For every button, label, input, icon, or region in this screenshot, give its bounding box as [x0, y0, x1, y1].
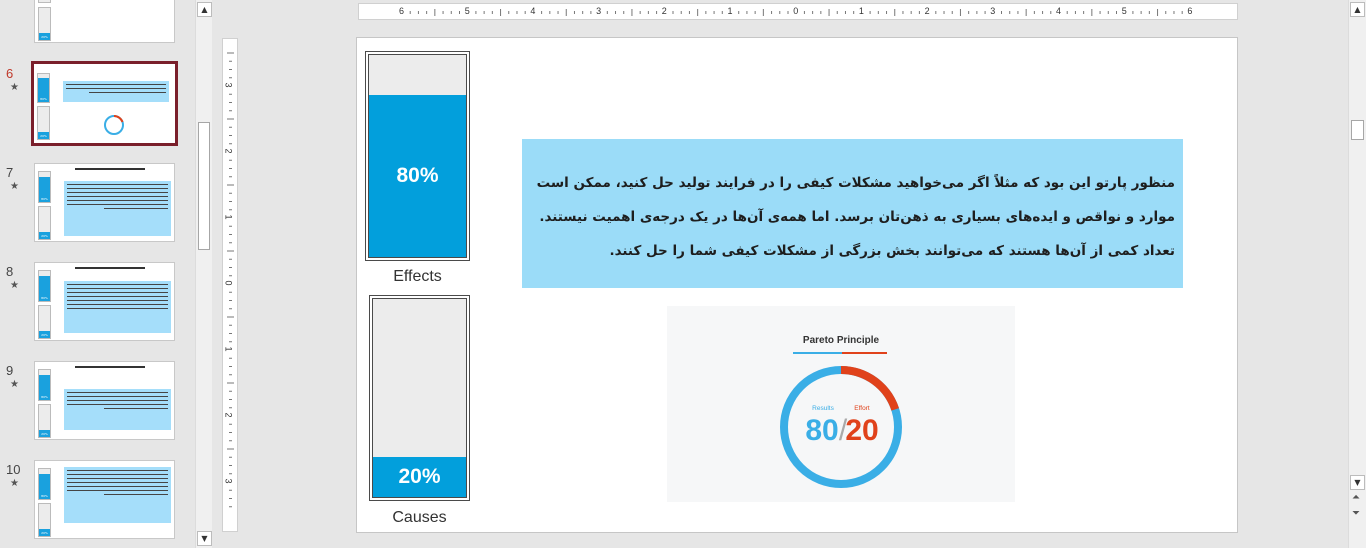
thumb-text-block — [63, 81, 169, 102]
pareto-donut-chart: Results Effort 80 / 20 — [780, 352, 902, 488]
scroll-up-arrow-icon[interactable]: ▲ — [197, 2, 212, 17]
slide-number: 8 — [6, 264, 14, 279]
thumbnail-row-6[interactable]: 6 ★ 80% 20% — [0, 61, 194, 146]
previous-slide-icon[interactable]: ⏶ — [1352, 492, 1360, 503]
ruler-label: 1 — [858, 6, 864, 16]
slide-number: 6 — [6, 66, 14, 81]
scrollbar-thumb[interactable] — [198, 122, 210, 250]
slide-number: 7 — [6, 165, 14, 180]
ruler-label: 1 — [223, 346, 234, 352]
editor-scrollbar[interactable]: ▲ ▼ ⏶ ⏷ — [1348, 0, 1366, 548]
results-value: 80 — [805, 414, 838, 447]
body-text-line: موارد و نواقص و ایده‌های بسیاری به ذهن‌ت… — [539, 209, 1175, 225]
animation-star-icon: ★ — [10, 379, 19, 390]
thumb-bar-causes: 20% — [38, 305, 51, 339]
thumb-bar-effects: 80% — [38, 468, 51, 500]
ruler-label: 6 — [399, 6, 405, 16]
effort-label: Effort — [854, 405, 870, 412]
causes-bar-shape[interactable]: 20% — [369, 295, 470, 501]
causes-caption[interactable]: Causes — [370, 509, 469, 527]
scrollbar-thumb[interactable] — [1351, 120, 1364, 140]
thumbnail-row-7[interactable]: 7 ★ 80% 20% — [0, 163, 194, 245]
horizontal-ruler[interactable]: 6 5 4 3 2 1 0 1 2 3 4 5 6 — [358, 3, 1238, 20]
thumb-title-line — [75, 267, 145, 269]
ruler-label: 0 — [793, 6, 799, 16]
ruler-label: 2 — [661, 6, 667, 16]
animation-star-icon: ★ — [10, 181, 19, 192]
ruler-label: 3 — [596, 6, 602, 16]
body-text-line: تعداد کمی از آن‌ها هستند که می‌توانند بخ… — [609, 243, 1176, 259]
thumb-bar-causes: 20% — [38, 7, 51, 41]
thumbnail-scrollbar[interactable]: ▲ ▼ — [195, 0, 212, 548]
ruler-label: 3 — [223, 82, 234, 88]
slide-thumbnail-selected[interactable]: 80% 20% — [31, 61, 178, 146]
slide-thumbnail[interactable]: 20% — [34, 0, 175, 43]
ruler-ticks — [227, 52, 234, 508]
vertical-ruler[interactable]: 3 2 1 0 1 2 3 — [222, 38, 238, 532]
effort-ring-arc — [840, 366, 900, 411]
causes-bar-fill: 20% — [373, 457, 466, 497]
thumb-text-block — [64, 467, 171, 523]
thumb-bar-causes: 20% — [37, 106, 50, 140]
body-text-box[interactable]: منظور پارتو این بود که مثلاً اگر می‌خواه… — [522, 139, 1183, 288]
ruler-label: 2 — [223, 412, 234, 418]
thumbnail-row-8[interactable]: 8 ★ 80% 20% — [0, 262, 194, 344]
ruler-label: 2 — [223, 148, 234, 154]
ruler-label: 5 — [1121, 6, 1127, 16]
thumb-text-block — [64, 281, 171, 333]
ruler-ticks — [409, 9, 1183, 16]
thumb-text-block — [64, 389, 171, 430]
ruler-label: 2 — [924, 6, 930, 16]
thumb-bar-effects: 80% — [38, 270, 51, 302]
ruler-label: 3 — [990, 6, 996, 16]
animation-star-icon: ★ — [10, 478, 19, 489]
ruler-label: 0 — [223, 280, 234, 286]
thumbnail-row-10[interactable]: 10 ★ 80% 20% — [0, 460, 194, 542]
ruler-label: 4 — [530, 6, 536, 16]
slide-thumbnail-panel: 20% 6 ★ 80% 20% 7 ★ 80% 20% 8 ★ 80% 20% … — [0, 0, 194, 548]
thumb-bar-causes: 20% — [38, 503, 51, 537]
thumb-bar-causes: 20% — [38, 206, 51, 240]
thumbnail-row-9[interactable]: 9 ★ 80% 20% — [0, 361, 194, 443]
ruler-label: 4 — [1056, 6, 1062, 16]
effects-percent-label: 80% — [396, 164, 439, 187]
ruler-label: 5 — [464, 6, 470, 16]
effects-bar-fill: 80% — [369, 95, 466, 257]
effort-value: 20 — [845, 414, 878, 447]
causes-percent-label: 20% — [398, 465, 441, 488]
scroll-down-arrow-icon[interactable]: ▼ — [1350, 475, 1365, 490]
slide-number: 9 — [6, 363, 14, 378]
effects-bar-shape[interactable]: 80% — [365, 51, 470, 261]
animation-star-icon: ★ — [10, 280, 19, 291]
thumb-title-line — [75, 168, 145, 170]
thumb-text-block — [64, 181, 171, 236]
thumb-title-line — [75, 366, 145, 368]
pareto-principle-image[interactable]: Pareto Principle Results Effort 80 / 20 — [667, 306, 1015, 502]
thumb-bar-causes: 20% — [38, 404, 51, 438]
effects-caption[interactable]: Effects — [368, 268, 467, 286]
thumb-bar-effects — [38, 0, 51, 3]
slide-number: 10 — [6, 462, 21, 477]
animation-star-icon: ★ — [10, 82, 19, 93]
thumb-bar-effects: 80% — [38, 369, 51, 401]
slide-thumbnail[interactable]: 80% 20% — [34, 460, 175, 539]
body-text-line: منظور پارتو این بود که مثلاً اگر می‌خواه… — [536, 175, 1175, 191]
thumb-bar-effects: 80% — [37, 73, 50, 103]
slide-thumbnail[interactable]: 80% 20% — [34, 163, 175, 242]
thumb-pareto-donut-icon — [104, 114, 124, 135]
ruler-label: 3 — [223, 478, 234, 484]
thumb-bar-effects: 80% — [38, 171, 51, 203]
slide-editor: 6 5 4 3 2 1 0 1 2 3 4 5 6 3 2 1 0 1 2 3 80% Effects 20% Ca… — [213, 0, 1348, 548]
next-slide-icon[interactable]: ⏷ — [1352, 508, 1360, 519]
slide-thumbnail[interactable]: 80% 20% — [34, 262, 175, 341]
ruler-label: 1 — [727, 6, 733, 16]
slide-thumbnail[interactable]: 80% 20% — [34, 361, 175, 440]
ruler-label: 6 — [1187, 6, 1193, 16]
ruler-label: 1 — [223, 214, 234, 220]
slide-canvas[interactable]: 80% Effects 20% Causes منظور پارتو این ب… — [356, 37, 1238, 533]
thumbnail-row[interactable]: 20% — [0, 0, 194, 46]
scroll-up-arrow-icon[interactable]: ▲ — [1350, 2, 1365, 17]
scroll-down-arrow-icon[interactable]: ▼ — [197, 531, 212, 546]
results-label: Results — [812, 405, 834, 412]
